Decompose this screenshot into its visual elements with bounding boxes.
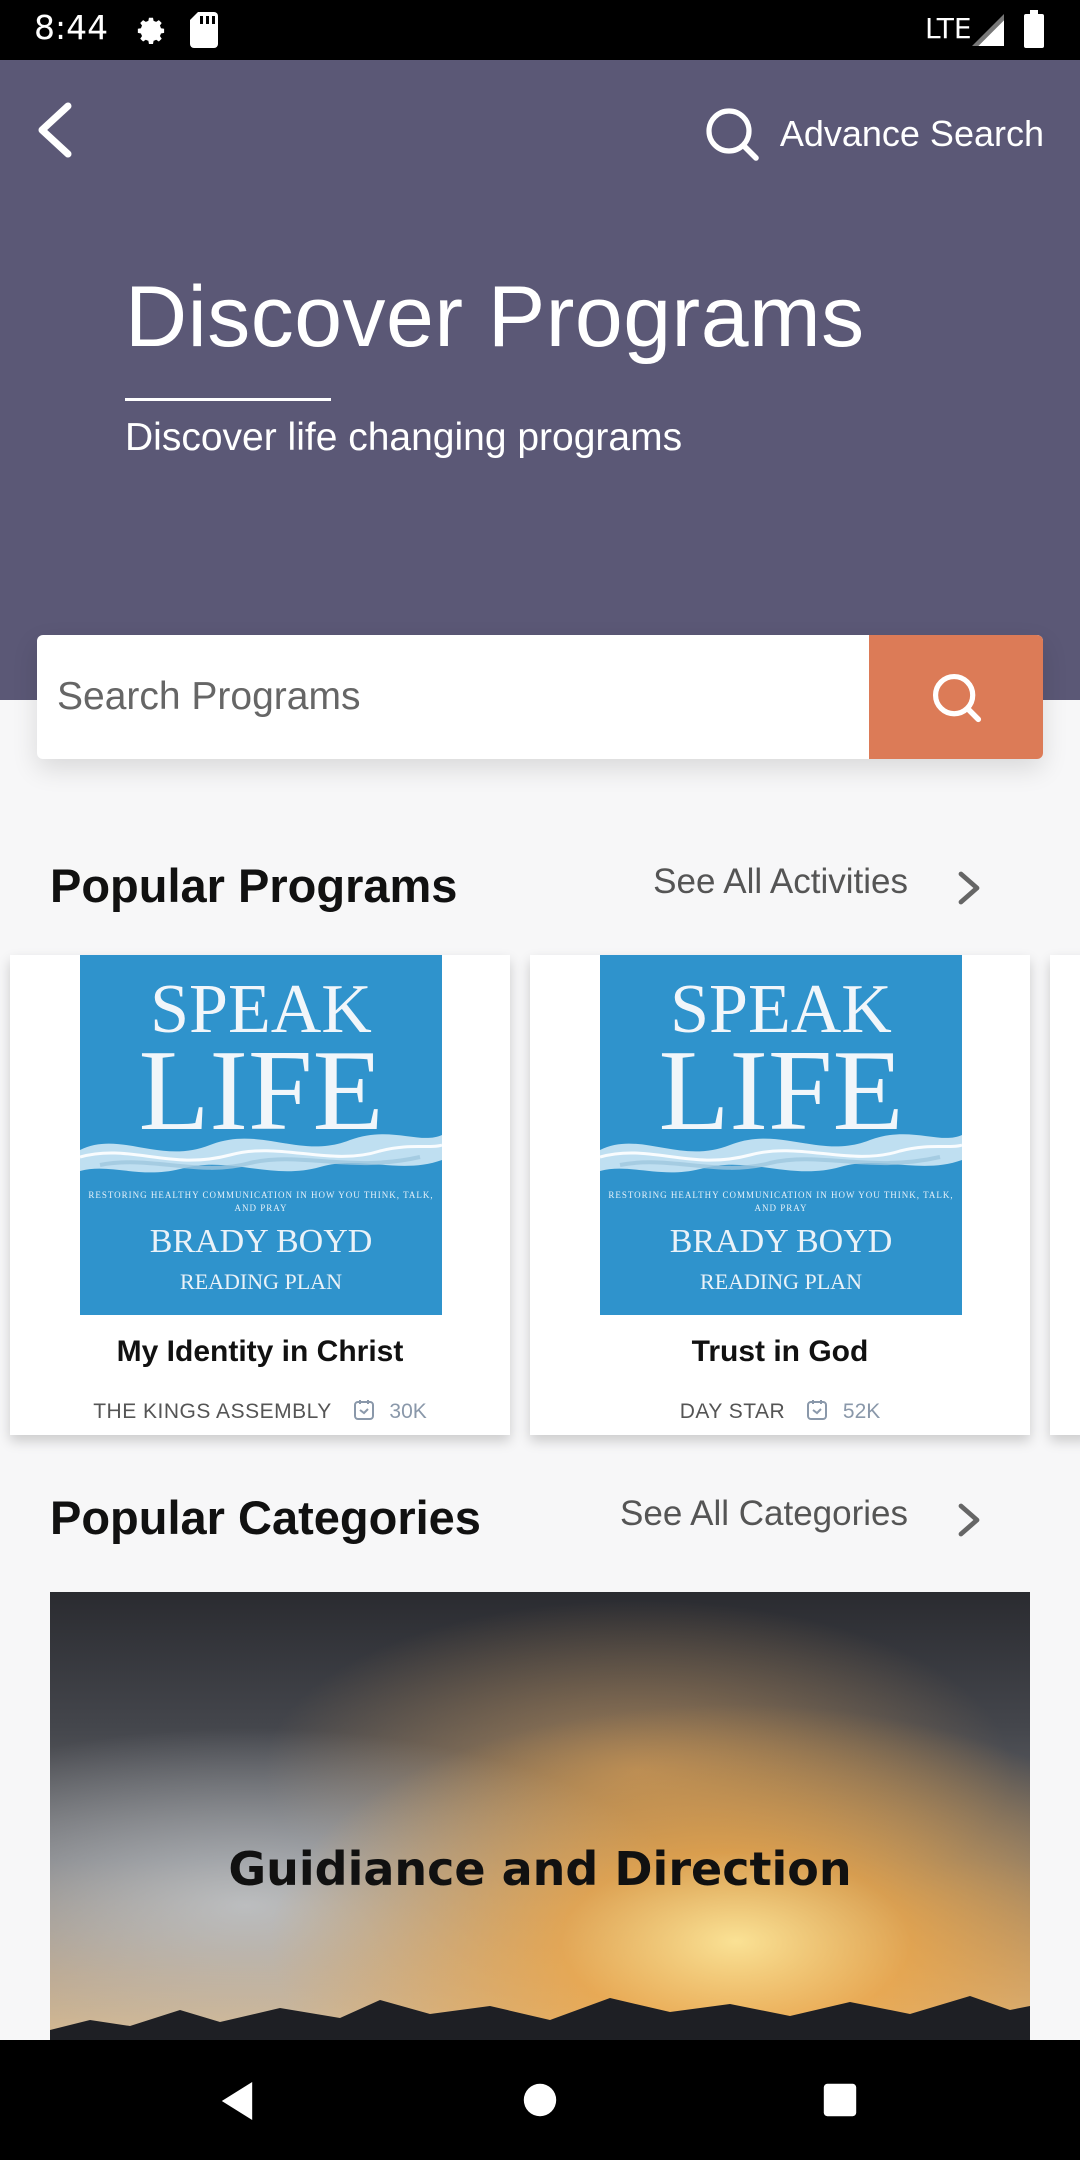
status-time: 8:44: [34, 8, 109, 47]
category-card[interactable]: Guidiance and Direction: [50, 1592, 1030, 2040]
nav-home-icon[interactable]: [522, 2082, 558, 2118]
battery-icon: [1024, 10, 1044, 48]
chevron-right-icon[interactable]: [955, 1500, 983, 1540]
advance-search-label: Advance Search: [779, 113, 1044, 154]
program-meta: DAY STAR 52K: [530, 1398, 1030, 1424]
water-splash-graphic: [80, 1134, 442, 1173]
system-nav-bar: [0, 2040, 1080, 2160]
signal-icon: [972, 14, 1004, 46]
program-meta: THE KINGS ASSEMBLY 30K: [10, 1398, 510, 1424]
program-count: 52K: [842, 1400, 881, 1423]
search-button[interactable]: [869, 635, 1043, 759]
see-all-activities-link[interactable]: See All Activities: [653, 862, 908, 902]
nav-recents-icon[interactable]: [822, 2082, 858, 2118]
program-card[interactable]: SPEAK LIFE RESTORING HEALTHY COMMUNICATI…: [530, 955, 1030, 1435]
search-bar: [37, 635, 1043, 759]
network-type: LTE: [925, 12, 972, 45]
chevron-right-icon[interactable]: [955, 868, 983, 908]
advance-search-button[interactable]: Advance Search: [704, 104, 1044, 164]
program-cover-image: SPEAK LIFE RESTORING HEALTHY COMMUNICATI…: [600, 955, 962, 1315]
status-bar: 8:44 LTE: [0, 0, 1080, 60]
program-card[interactable]: SPEAK LIFE RESTORING HEALTHY COMMUNICATI…: [10, 955, 510, 1435]
program-card-peek[interactable]: [1050, 955, 1080, 1435]
search-icon: [932, 673, 982, 723]
title-divider: [125, 398, 331, 401]
sd-card-icon: [190, 12, 218, 48]
nav-back-icon[interactable]: [218, 2080, 256, 2122]
calendar-icon: [807, 1400, 828, 1420]
mountain-silhouette-graphic: [50, 1996, 1030, 2040]
back-button[interactable]: [32, 100, 80, 160]
gear-icon: [137, 17, 165, 44]
cover-subtitle: READING PLAN: [700, 1269, 862, 1294]
search-input[interactable]: [37, 635, 869, 759]
program-count: 30K: [389, 1400, 427, 1423]
search-icon: [706, 108, 759, 161]
program-name: Trust in God: [691, 1335, 869, 1368]
cover-subtitle: READING PLAN: [180, 1269, 342, 1294]
popular-programs-title: Popular Programs: [50, 859, 458, 912]
program-name: My Identity in Christ: [116, 1335, 404, 1368]
page-title: Discover Programs: [125, 269, 865, 365]
program-cover-image: SPEAK LIFE RESTORING HEALTHY COMMUNICATI…: [80, 955, 442, 1315]
cover-author: BRADY BOYD: [149, 1223, 373, 1260]
page-subtitle: Discover life changing programs: [125, 416, 683, 459]
water-splash-graphic: [600, 1134, 962, 1173]
cover-author: BRADY BOYD: [669, 1223, 893, 1260]
program-organization: THE KINGS ASSEMBLY: [93, 1400, 332, 1423]
header: Advance Search Discover Programs Discove…: [0, 60, 1080, 700]
cover-tagline: RESTORING HEALTHY COMMUNICATION IN HOW Y…: [88, 1190, 434, 1213]
category-name: Guidiance and Direction: [228, 1842, 852, 1896]
cover-tagline: RESTORING HEALTHY COMMUNICATION IN HOW Y…: [608, 1190, 954, 1213]
program-organization: DAY STAR: [679, 1400, 786, 1423]
calendar-icon: [353, 1400, 374, 1420]
popular-categories-title: Popular Categories: [50, 1491, 481, 1544]
see-all-categories-link[interactable]: See All Categories: [620, 1494, 908, 1534]
